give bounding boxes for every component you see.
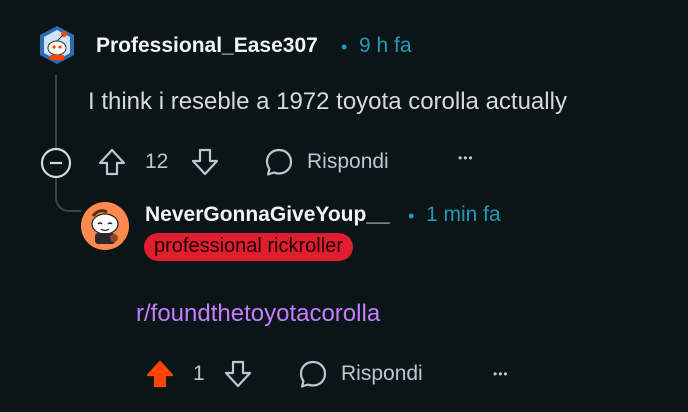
collapse-minus-icon — [40, 147, 72, 179]
collapse-button[interactable] — [40, 147, 72, 179]
downvote-button[interactable] — [222, 358, 254, 390]
upvote-arrow-filled-icon — [146, 360, 174, 388]
reply-timestamp[interactable]: 1 min fa — [426, 203, 501, 227]
downvote-button[interactable] — [189, 146, 221, 178]
thread-line-main — [55, 75, 57, 150]
vote-count: 1 — [193, 362, 205, 385]
thread-line-reply-connector — [55, 178, 81, 212]
snoo-avatar-icon — [81, 202, 129, 250]
upvote-button[interactable] — [144, 358, 176, 390]
comment-timestamp[interactable]: 9 h fa — [359, 34, 412, 58]
downvote-arrow-icon — [191, 148, 219, 176]
more-options-button[interactable]: ••• — [458, 151, 474, 165]
snoo-avatar-icon — [40, 26, 74, 64]
upvote-arrow-icon — [98, 148, 126, 176]
user-flair-badge: professional rickroller — [144, 233, 353, 261]
reply-label: Rispondi — [341, 362, 423, 385]
upvote-button[interactable] — [96, 146, 128, 178]
reply-button[interactable]: Rispondi — [263, 146, 389, 178]
reply-button[interactable]: Rispondi — [297, 358, 423, 390]
comment-bubble-icon — [265, 148, 293, 176]
comment-body: I think i reseble a 1972 toyota corolla … — [88, 88, 567, 115]
vote-count: 12 — [145, 150, 169, 173]
avatar[interactable] — [36, 24, 78, 66]
avatar[interactable] — [81, 202, 129, 250]
separator-dot: • — [408, 206, 415, 226]
comment-username[interactable]: Professional_Ease307 — [96, 34, 318, 58]
reply-username[interactable]: NeverGonnaGiveYoup__ — [145, 203, 390, 227]
downvote-arrow-icon — [224, 360, 252, 388]
reply-label: Rispondi — [307, 150, 389, 173]
subreddit-link[interactable]: r/foundthetoyotacorolla — [136, 300, 380, 328]
separator-dot: • — [341, 37, 348, 57]
more-options-button[interactable]: ••• — [493, 367, 509, 381]
comment-bubble-icon — [299, 360, 327, 388]
